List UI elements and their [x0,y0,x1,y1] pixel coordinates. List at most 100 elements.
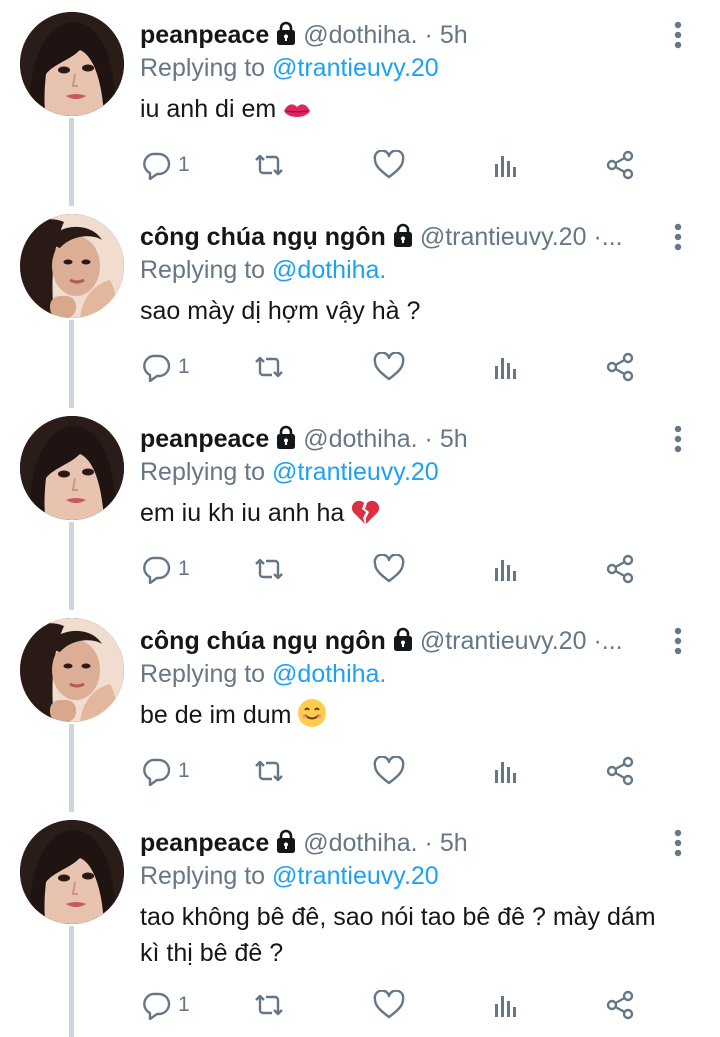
reply-button[interactable]: 1 [142,145,190,185]
more-vertical-icon [665,425,691,460]
user-handle[interactable]: @dothiha. [303,21,417,49]
like-button[interactable] [373,347,405,387]
reply-button[interactable]: 1 [142,751,190,791]
replying-to: Replying to @trantieuvy.20 [140,859,439,893]
like-button[interactable] [373,751,405,791]
tweet-time[interactable]: 5h [440,425,468,453]
user-handle[interactable]: @dothiha. [303,829,417,857]
display-name[interactable]: peanpeace [140,21,269,49]
replying-label: Replying to [140,54,266,82]
analytics-button[interactable] [492,751,520,791]
avatar[interactable] [20,416,124,520]
tweet-body: iu anh di em [140,95,277,123]
retweet-button[interactable] [252,549,286,589]
share-button[interactable] [604,751,636,791]
tweet-text: tao không bê đê, sao nói tao bê đê ? mày… [140,899,680,971]
avatar[interactable] [20,214,124,318]
like-icon [373,756,405,786]
more-options-button[interactable] [665,624,691,658]
lock-icon [275,20,297,52]
avatar[interactable] [20,618,124,722]
analytics-button[interactable] [492,985,520,1025]
reply-count: 1 [178,557,190,580]
more-vertical-icon [665,223,691,258]
replying-to-link[interactable]: @dothiha. [272,660,386,688]
tweet-text: em iu kh iu anh ha [140,495,680,536]
display-name[interactable]: công chúa ngụ ngôn [140,627,386,655]
broken-heart-icon [350,498,380,536]
separator: · [424,829,433,857]
replying-to-link[interactable]: @trantieuvy.20 [272,862,439,890]
like-button[interactable] [373,985,405,1025]
reply-thread: peanpeace @dothiha. · 5h Replying to @tr… [0,0,720,1037]
share-icon [604,150,636,180]
retweet-button[interactable] [252,347,286,387]
reply-button[interactable]: 1 [142,549,190,589]
more-vertical-icon [665,829,691,864]
replying-to-link[interactable]: @dothiha. [272,256,386,284]
tweet[interactable]: peanpeace @dothiha. · 5h Replying to @tr… [0,404,720,610]
tweet[interactable]: peanpeace @dothiha. · 5h Replying to @tr… [0,0,720,206]
replying-to: Replying to @trantieuvy.20 [140,455,439,489]
thread-connector [69,118,74,206]
user-handle[interactable]: @trantieuvy.20 [420,223,587,251]
tweet[interactable]: công chúa ngụ ngôn @trantieuvy.20 ·... R… [0,202,720,408]
lips-icon [282,96,312,132]
separator: · [424,21,433,49]
tweet-time[interactable]: 5h [440,21,468,49]
more-options-button[interactable] [665,422,691,456]
replying-to-link[interactable]: @trantieuvy.20 [272,458,439,486]
analytics-button[interactable] [492,347,520,387]
lock-icon [275,424,297,456]
retweet-icon [252,150,286,180]
tweet[interactable]: peanpeace @dothiha. · 5h Replying to @tr… [0,808,720,1037]
thread-connector [69,724,74,812]
reply-icon [142,990,172,1020]
retweet-button[interactable] [252,751,286,791]
smiling-face-icon [297,698,327,738]
reply-icon [142,554,172,584]
like-button[interactable] [373,145,405,185]
tweet-header: công chúa ngụ ngôn @trantieuvy.20 ·... [140,624,660,658]
reply-icon [142,150,172,180]
analytics-icon [492,554,520,584]
retweet-button[interactable] [252,985,286,1025]
user-handle[interactable]: @trantieuvy.20 [420,627,587,655]
more-options-button[interactable] [665,18,691,52]
avatar[interactable] [20,12,124,116]
share-button[interactable] [604,145,636,185]
share-button[interactable] [604,985,636,1025]
tweet[interactable]: công chúa ngụ ngôn @trantieuvy.20 ·... R… [0,606,720,812]
reply-icon [142,756,172,786]
reply-count: 1 [178,355,190,378]
tweet-actions: 1 [140,145,680,185]
tweet-header: peanpeace @dothiha. · 5h [140,826,660,860]
more-options-button[interactable] [665,826,691,860]
share-button[interactable] [604,347,636,387]
tweet-time[interactable]: 5h [440,829,468,857]
analytics-icon [492,352,520,382]
avatar[interactable] [20,820,124,924]
like-button[interactable] [373,549,405,589]
more-options-button[interactable] [665,220,691,254]
reply-count: 1 [178,759,190,782]
share-button[interactable] [604,549,636,589]
reply-button[interactable]: 1 [142,985,190,1025]
analytics-button[interactable] [492,549,520,589]
retweet-icon [252,756,286,786]
analytics-button[interactable] [492,145,520,185]
display-name[interactable]: công chúa ngụ ngôn [140,223,386,251]
thread-connector [69,320,74,408]
display-name[interactable]: peanpeace [140,425,269,453]
replying-label: Replying to [140,660,266,688]
display-name[interactable]: peanpeace [140,829,269,857]
retweet-button[interactable] [252,145,286,185]
separator: ·... [593,627,623,655]
replying-to-link[interactable]: @trantieuvy.20 [272,54,439,82]
user-handle[interactable]: @dothiha. [303,425,417,453]
tweet-body: be de im dum [140,701,292,729]
reply-icon [142,352,172,382]
replying-label: Replying to [140,256,266,284]
reply-button[interactable]: 1 [142,347,190,387]
like-icon [373,554,405,584]
